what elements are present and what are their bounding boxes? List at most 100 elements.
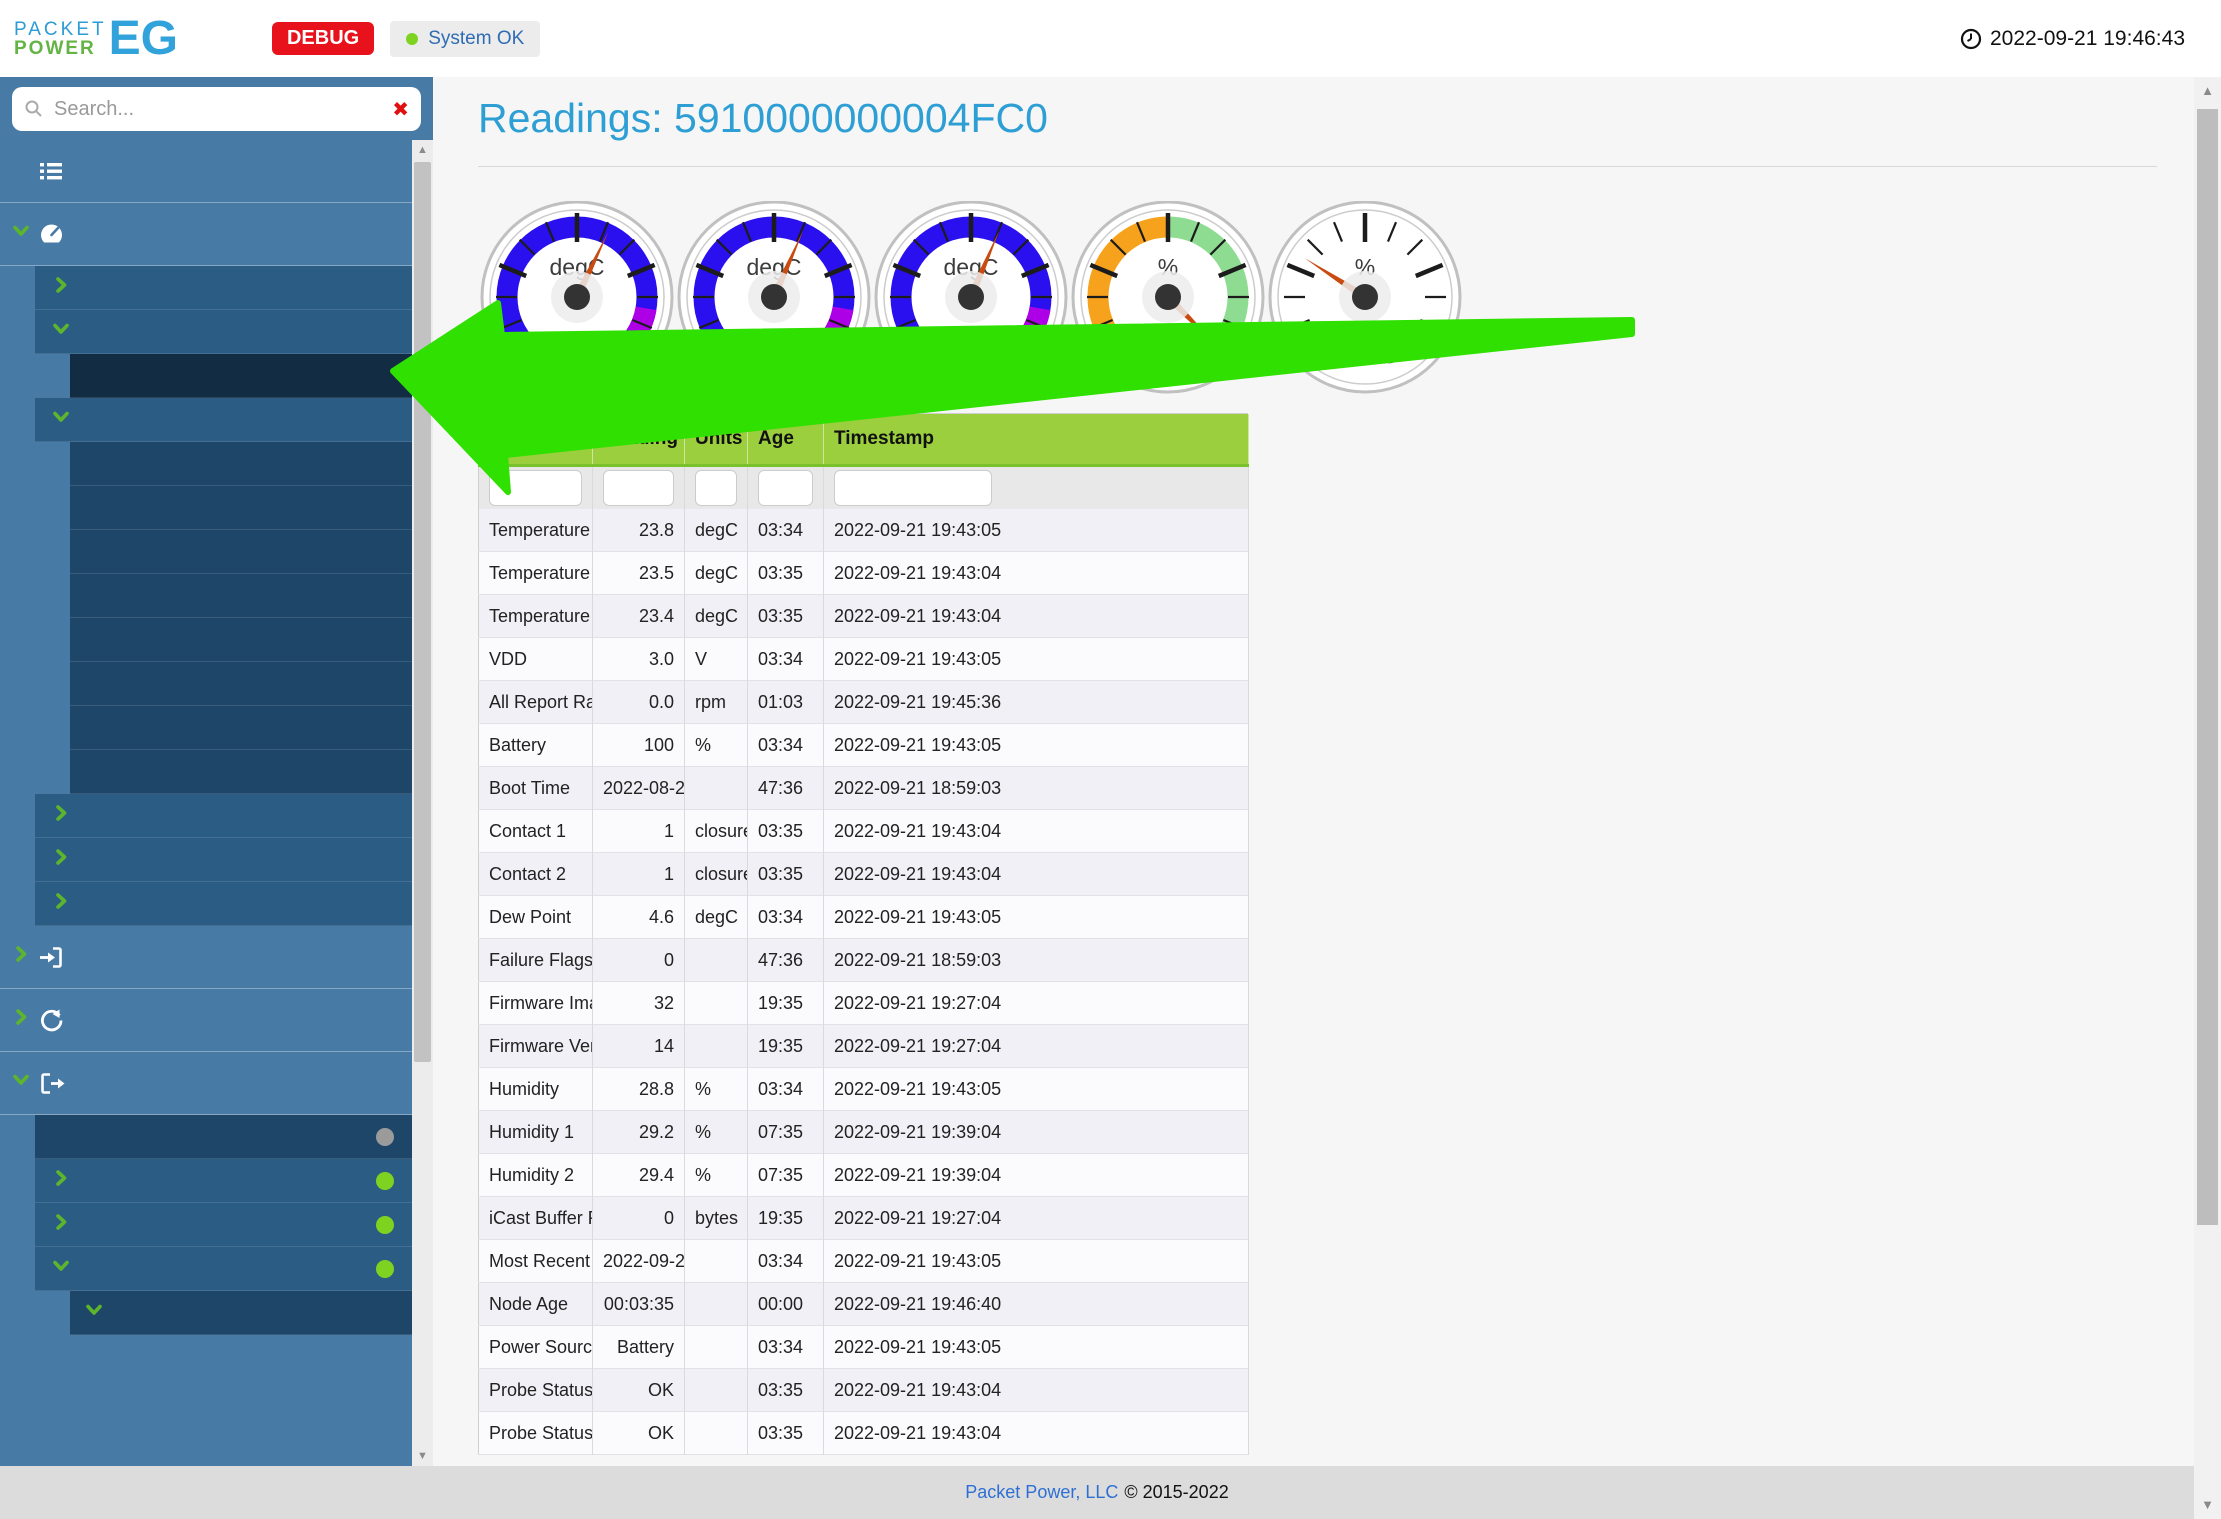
- column-header-units[interactable]: Units: [685, 414, 748, 466]
- sidebar-item-data-sources[interactable]: [0, 926, 412, 989]
- gauge-temperature-0: degC23.8: [478, 183, 675, 399]
- units-cell: closure: [685, 853, 748, 896]
- sidebar-item-5910-0000-0000-4fc0[interactable]: [70, 354, 412, 398]
- sidebar-item-panel-packet-power-cnc-bg14[interactable]: [35, 838, 412, 882]
- filter-input-timestamp[interactable]: [834, 470, 992, 506]
- sidebar-item-channel-maps[interactable]: [70, 1291, 412, 1335]
- reading-cell: OK: [593, 1369, 685, 1412]
- reading-cell: 23.8: [593, 509, 685, 552]
- channel-cell: Temperature 2: [479, 595, 593, 638]
- sidebar-item-e6e4-0000-0000-028b[interactable]: [70, 750, 412, 794]
- footer-link[interactable]: Packet Power, LLC: [965, 1482, 1118, 1503]
- timestamp-cell: 2022-09-21 18:59:03: [824, 767, 1249, 810]
- sidebar-item-dd03-0000-0000-01fd[interactable]: [70, 706, 412, 750]
- channel-cell: Boot Time: [479, 767, 593, 810]
- channel-cell: VDD: [479, 638, 593, 681]
- reading-cell: 0: [593, 1197, 685, 1240]
- chevron-right-icon: [52, 848, 70, 866]
- channel-cell: Contact 1: [479, 810, 593, 853]
- sidebar-item-panel-p5t3-publish-instances-regression-[interactable]: [35, 794, 412, 838]
- scroll-down-icon[interactable]: ▼: [412, 1446, 433, 1466]
- reading-cell: 28.8: [593, 1068, 685, 1111]
- svg-text:0: 0: [1127, 326, 1135, 343]
- sidebar-item-snmp[interactable]: [35, 1203, 412, 1247]
- sidebar-item-0203-0000-0000-01fc[interactable]: [70, 442, 412, 486]
- sidebar-item-emx[interactable]: [35, 1115, 412, 1159]
- filter-input-channel[interactable]: [489, 470, 582, 506]
- gauge-dial: %010028.8: [1267, 201, 1463, 399]
- sidebar-item-monitoring-nodes[interactable]: [35, 398, 412, 442]
- age-cell: 03:34: [748, 1068, 824, 1111]
- refresh-icon: [38, 1007, 78, 1034]
- gauge-temperature-1: degC23.5: [675, 183, 872, 399]
- age-cell: 19:35: [748, 982, 824, 1025]
- table-row: Probe Status 2OK03:352022-09-21 19:43:04: [479, 1412, 1249, 1455]
- age-cell: 03:34: [748, 724, 824, 767]
- search-input[interactable]: [52, 97, 384, 122]
- top-bar: PACKET POWER EG DEBUG System OK 2022-09-…: [0, 0, 2221, 77]
- chevron-down-icon: [12, 1071, 30, 1089]
- timestamp-cell: 2022-09-21 19:43:05: [824, 1240, 1249, 1283]
- sidebar-item-modbus[interactable]: [35, 1159, 412, 1203]
- filter-input-age[interactable]: [758, 470, 813, 506]
- sidebar-item-data-processing[interactable]: [0, 989, 412, 1052]
- reading-cell: 2022-09-21 1: [593, 1240, 685, 1283]
- filter-input-units[interactable]: [695, 470, 737, 506]
- svg-text:0: 0: [1324, 326, 1332, 343]
- timestamp-cell: 2022-09-21 19:43:05: [824, 1068, 1249, 1111]
- channel-cell: Power Source: [479, 1326, 593, 1369]
- chevron-down-icon: [52, 320, 70, 338]
- sidebar: ✖ ▲ ▼: [0, 77, 433, 1466]
- sidebar-scrollbar[interactable]: ▲ ▼: [412, 140, 433, 1466]
- sidebar-item-6403-0000-0000-01ff[interactable]: [70, 574, 412, 618]
- sign-in-icon: [38, 944, 78, 971]
- sidebar-item-monitoring-data[interactable]: [0, 203, 412, 266]
- search-clear-icon[interactable]: ✖: [392, 97, 409, 122]
- sidebar-scrollbar-thumb[interactable]: [414, 162, 431, 1062]
- column-header-channel[interactable]: Channel: [479, 414, 593, 466]
- timestamp-cell: 2022-09-21 19:43:04: [824, 1369, 1249, 1412]
- filter-input-reading[interactable]: [603, 470, 674, 506]
- scroll-up-icon[interactable]: ▲: [2194, 79, 2221, 103]
- sidebar-item-env-nodes[interactable]: [35, 310, 412, 354]
- sidebar-item-1103-0000-0000-01fb[interactable]: [70, 486, 412, 530]
- chevron-down-icon: [85, 1301, 103, 1319]
- channel-cell: Probe Status 1: [479, 1369, 593, 1412]
- chevron-right-icon: [12, 1008, 30, 1026]
- sidebar-item-power-nodes[interactable]: [35, 266, 412, 310]
- page-scrollbar-thumb[interactable]: [2197, 109, 2218, 1225]
- channel-cell: Humidity 2: [479, 1154, 593, 1197]
- chevron-slot: [52, 408, 82, 432]
- units-cell: [685, 982, 748, 1025]
- timestamp-cell: 2022-09-21 19:43:05: [824, 896, 1249, 939]
- reading-cell: 0: [593, 939, 685, 982]
- table-row: Probe Status 1OK03:352022-09-21 19:43:04: [479, 1369, 1249, 1412]
- scroll-down-icon[interactable]: ▼: [2194, 1493, 2221, 1517]
- sidebar-item-bb03-0000-0000-01fe[interactable]: [70, 662, 412, 706]
- timestamp-cell: 2022-09-21 19:39:04: [824, 1154, 1249, 1197]
- timestamp-cell: 2022-09-21 19:43:04: [824, 1412, 1249, 1455]
- chevron-slot: [12, 945, 38, 969]
- table-row: Boot Time2022-08-22 147:362022-09-21 18:…: [479, 767, 1249, 810]
- sidebar-item-5ce4-0000-0000-0a95[interactable]: [70, 530, 412, 574]
- status-dot-icon: [376, 1128, 394, 1146]
- column-header-timestamp[interactable]: Timestamp: [824, 414, 1249, 466]
- page-scrollbar[interactable]: ▲ ▼: [2194, 77, 2221, 1519]
- chevron-slot: [52, 1257, 82, 1281]
- reading-cell: 2022-08-22 1: [593, 767, 685, 810]
- timestamp-cell: 2022-09-21 18:59:03: [824, 939, 1249, 982]
- timestamp-cell: 2022-09-21 19:27:04: [824, 1197, 1249, 1240]
- chevron-right-icon: [52, 804, 70, 822]
- timestamp-cell: 2022-09-21 19:43:04: [824, 810, 1249, 853]
- sidebar-item-data-destinations[interactable]: [0, 1052, 412, 1115]
- chevron-slot: [12, 1071, 38, 1095]
- sidebar-item-bacnet[interactable]: [35, 1247, 412, 1291]
- column-header-age[interactable]: Age: [748, 414, 824, 466]
- column-header-reading[interactable]: Reading: [593, 414, 685, 466]
- chevron-slot: [52, 848, 82, 872]
- table-header-row: ChannelReadingUnitsAgeTimestamp: [479, 414, 1249, 466]
- sidebar-item-73e4-0000-0000-00a8[interactable]: [70, 618, 412, 662]
- sidebar-item-status[interactable]: [0, 140, 412, 203]
- scroll-up-icon[interactable]: ▲: [412, 140, 433, 160]
- sidebar-item-panel-packet-power-cnc-bg14[interactable]: [35, 882, 412, 926]
